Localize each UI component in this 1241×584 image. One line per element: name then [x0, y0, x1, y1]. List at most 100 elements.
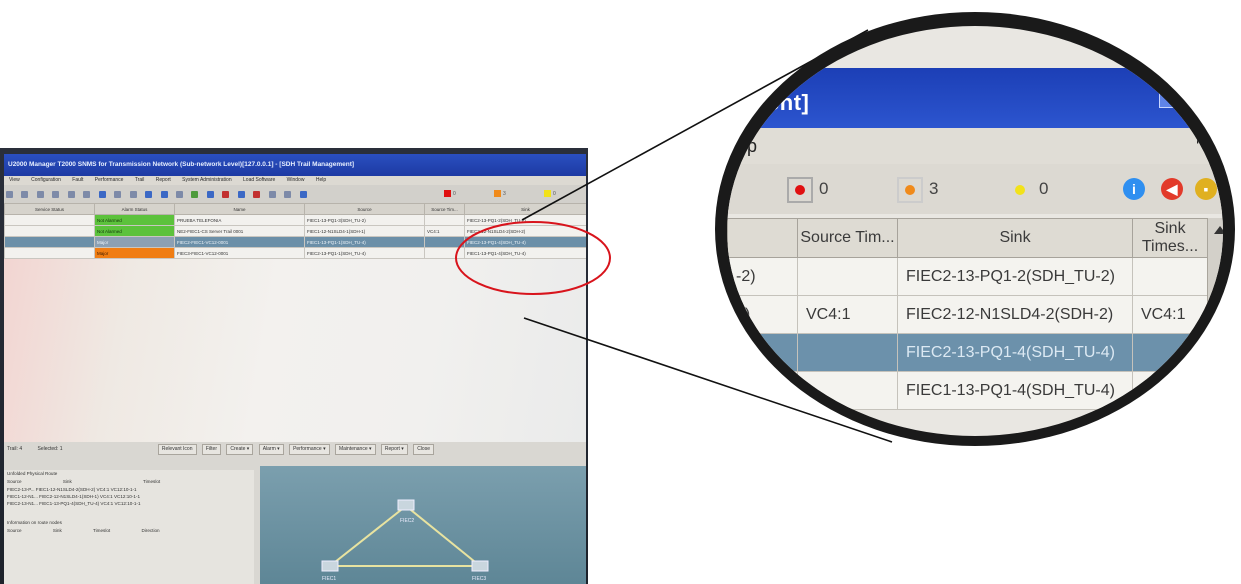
alarm-icon[interactable] — [222, 191, 230, 198]
cell-source: FIEC1-13-PQ1-3(SDH_TU-2) — [304, 214, 425, 226]
col-name[interactable]: Name — [174, 203, 305, 215]
ne-node-icon[interactable] — [321, 560, 339, 572]
filter-button[interactable]: Filter — [201, 444, 222, 455]
link-icon[interactable] — [114, 191, 122, 198]
trail-icon[interactable] — [206, 191, 214, 198]
col-sink-timeslot[interactable]: Sink Times... — [1132, 218, 1208, 258]
trail-count: Trail: 4 — [7, 446, 23, 452]
menu-trail[interactable]: Trail — [135, 177, 145, 183]
cell-service — [4, 236, 95, 248]
menu-performance[interactable]: Performance — [95, 177, 124, 183]
minor-alarm-icon — [1007, 177, 1033, 203]
zoom-in-icon[interactable] — [6, 191, 13, 198]
cell-source-timeslot: VC4:1 — [424, 225, 465, 237]
lock-icon[interactable]: ▪ — [1195, 178, 1217, 200]
critical-alarm-counter[interactable]: 0 — [787, 176, 828, 203]
table-row[interactable]: Not Alarmed NE2-FIEC1-CS Server Trail 00… — [4, 225, 586, 237]
report-button[interactable]: Report ▾ — [380, 444, 408, 455]
table-row-selected[interactable]: Major FIEC2-FIEC1-VC12-0001 FIEC1-13-PQ1… — [4, 236, 586, 248]
performance-icon[interactable] — [237, 191, 245, 198]
menu-view[interactable]: View — [9, 177, 20, 183]
eye-icon[interactable] — [299, 191, 307, 198]
alarm-button[interactable]: Alarm ▾ — [258, 444, 284, 455]
cut-icon[interactable] — [129, 191, 137, 198]
restore-window-icon[interactable]: ⤡☐ — [1196, 132, 1223, 160]
lock-icon[interactable] — [98, 191, 106, 198]
menu-system-administration[interactable]: System Administration — [182, 177, 231, 183]
cell-source-timeslot — [424, 247, 465, 259]
table-row[interactable]: 1) VC4:1 FIEC2-12-N1SLD4-2(SDH-2) VC4:1 — [727, 295, 1208, 334]
magnifier-icon[interactable] — [284, 191, 292, 198]
fiber-icon[interactable] — [191, 191, 199, 198]
major-alarm-counter[interactable]: 3 — [897, 176, 938, 203]
ne-node-icon[interactable] — [471, 560, 489, 572]
zoom-menu-bar: lp ⤡☐ — [727, 128, 1223, 164]
route-row[interactable]: FIEC2-13-P... FIEC1-12-N1SLD4-2(SDH-2) V… — [4, 486, 254, 493]
menu-report[interactable]: Report — [156, 177, 171, 183]
zoom-icon[interactable] — [52, 191, 60, 198]
maintenance-button[interactable]: Maintenance ▾ — [334, 444, 376, 455]
search-icon[interactable] — [67, 191, 75, 198]
board-icon[interactable] — [175, 191, 183, 198]
maximize-icon[interactable] — [1159, 88, 1187, 108]
cell-name: FIEC3-FIEC1-VC12-0001 — [174, 247, 305, 259]
info-icon[interactable] — [83, 191, 91, 198]
critical-alarm-counter[interactable]: 0 — [444, 188, 474, 200]
scroll-up-icon[interactable] — [1214, 226, 1223, 234]
trail-table: Service Status Alarm Status Name Source … — [4, 203, 586, 259]
col-alarm-status[interactable]: Alarm Status — [94, 203, 175, 215]
cell-partial: -2) — [727, 257, 798, 296]
ne-icon[interactable] — [160, 191, 168, 198]
table-row-selected[interactable]: ) FIEC2-13-PQ1-4(SDH_TU-4) — [727, 333, 1208, 372]
table-row[interactable]: Not Alarmed PRUEBA TELEFONIA FIEC1-13-PQ… — [4, 214, 586, 226]
col-source-timeslot[interactable]: Source Tim... — [424, 203, 465, 215]
node-label: FIEC2 — [400, 518, 414, 524]
print-icon[interactable] — [268, 191, 276, 198]
minor-alarm-counter[interactable]: 0 — [1007, 176, 1048, 202]
performance-button[interactable]: Performance ▾ — [289, 444, 330, 455]
critical-alarm-icon — [787, 176, 813, 203]
menu-fault[interactable]: Fault — [72, 177, 83, 183]
menu-load-software[interactable]: Load Software — [243, 177, 275, 183]
col-sink[interactable]: Sink — [464, 203, 586, 215]
table-row[interactable]: -2) FIEC2-13-PQ1-2(SDH_TU-2) — [727, 257, 1208, 296]
menu-window[interactable]: Window — [287, 177, 305, 183]
major-alarm-counter[interactable]: 3 — [494, 188, 524, 200]
close-button[interactable]: Close — [413, 444, 434, 455]
col-service-status[interactable]: Service Status — [4, 203, 95, 215]
cell-source: FIEC1-13-PQ1-1(SDH_TU-4) — [304, 236, 425, 248]
cell-sink: FIEC1-13-PQ1-4(SDH_TU-4) — [464, 247, 586, 259]
col-source[interactable]: Source — [304, 203, 425, 215]
table-header: Service Status Alarm Status Name Source … — [4, 203, 586, 215]
minor-alarm-counter[interactable]: 0 — [544, 188, 574, 200]
routes-header: Source Sink Timeslot — [7, 479, 161, 484]
relevant-icon-button[interactable]: Relevant Icon — [157, 444, 197, 455]
col-sink[interactable]: Sink — [897, 218, 1133, 258]
create-button[interactable]: Create ▾ — [226, 444, 254, 455]
menu-configuration[interactable]: Configuration — [31, 177, 61, 183]
menu-help[interactable]: lp — [743, 136, 757, 157]
topology-view[interactable]: FIEC2 FIEC1 FIEC3 — [260, 466, 586, 584]
zoom-fit-icon[interactable] — [36, 191, 44, 198]
cell-sink: FIEC2-12-N1SLD4-2(SDH-2) — [897, 295, 1133, 334]
zoom-out-icon[interactable] — [21, 191, 29, 198]
table-row[interactable]: FIEC1-13-PQ1-4(SDH_TU-4) — [727, 371, 1208, 410]
alarm-sound-icon[interactable]: ◀ — [1161, 178, 1183, 200]
route-row[interactable]: FIEC2-13-N1... FIEC1-13-PQ1-4(SDH_TU-4) … — [4, 500, 254, 507]
cell-sink: FIEC2-13-PQ1-4(SDH_TU-4) — [897, 333, 1133, 372]
cell-sink: FIEC2-13-PQ1-4(SDH_TU-4) — [464, 236, 586, 248]
topology-icon[interactable] — [145, 191, 153, 198]
col-source-timeslot[interactable]: Source Tim... — [797, 218, 898, 258]
cell-partial — [727, 371, 798, 410]
stop-icon[interactable] — [253, 191, 261, 198]
col-partial[interactable] — [727, 218, 798, 258]
menu-help[interactable]: Help — [316, 177, 326, 183]
info-icon[interactable]: i — [1123, 178, 1145, 200]
route-row[interactable]: FIEC1-12-N1... FIEC2-12-N1SLD4-1(SDH-1) … — [4, 493, 254, 500]
ne-node-icon[interactable] — [397, 499, 415, 511]
node-label: FIEC1 — [322, 576, 336, 582]
table-row[interactable]: Major FIEC3-FIEC1-VC12-0001 FIEC2-13-PQ1… — [4, 247, 586, 259]
vertical-scrollbar[interactable] — [1207, 218, 1223, 436]
cell-source-timeslot — [797, 333, 898, 372]
window-title: U2000 Manager T2000 SNMS for Transmissio… — [4, 154, 586, 176]
